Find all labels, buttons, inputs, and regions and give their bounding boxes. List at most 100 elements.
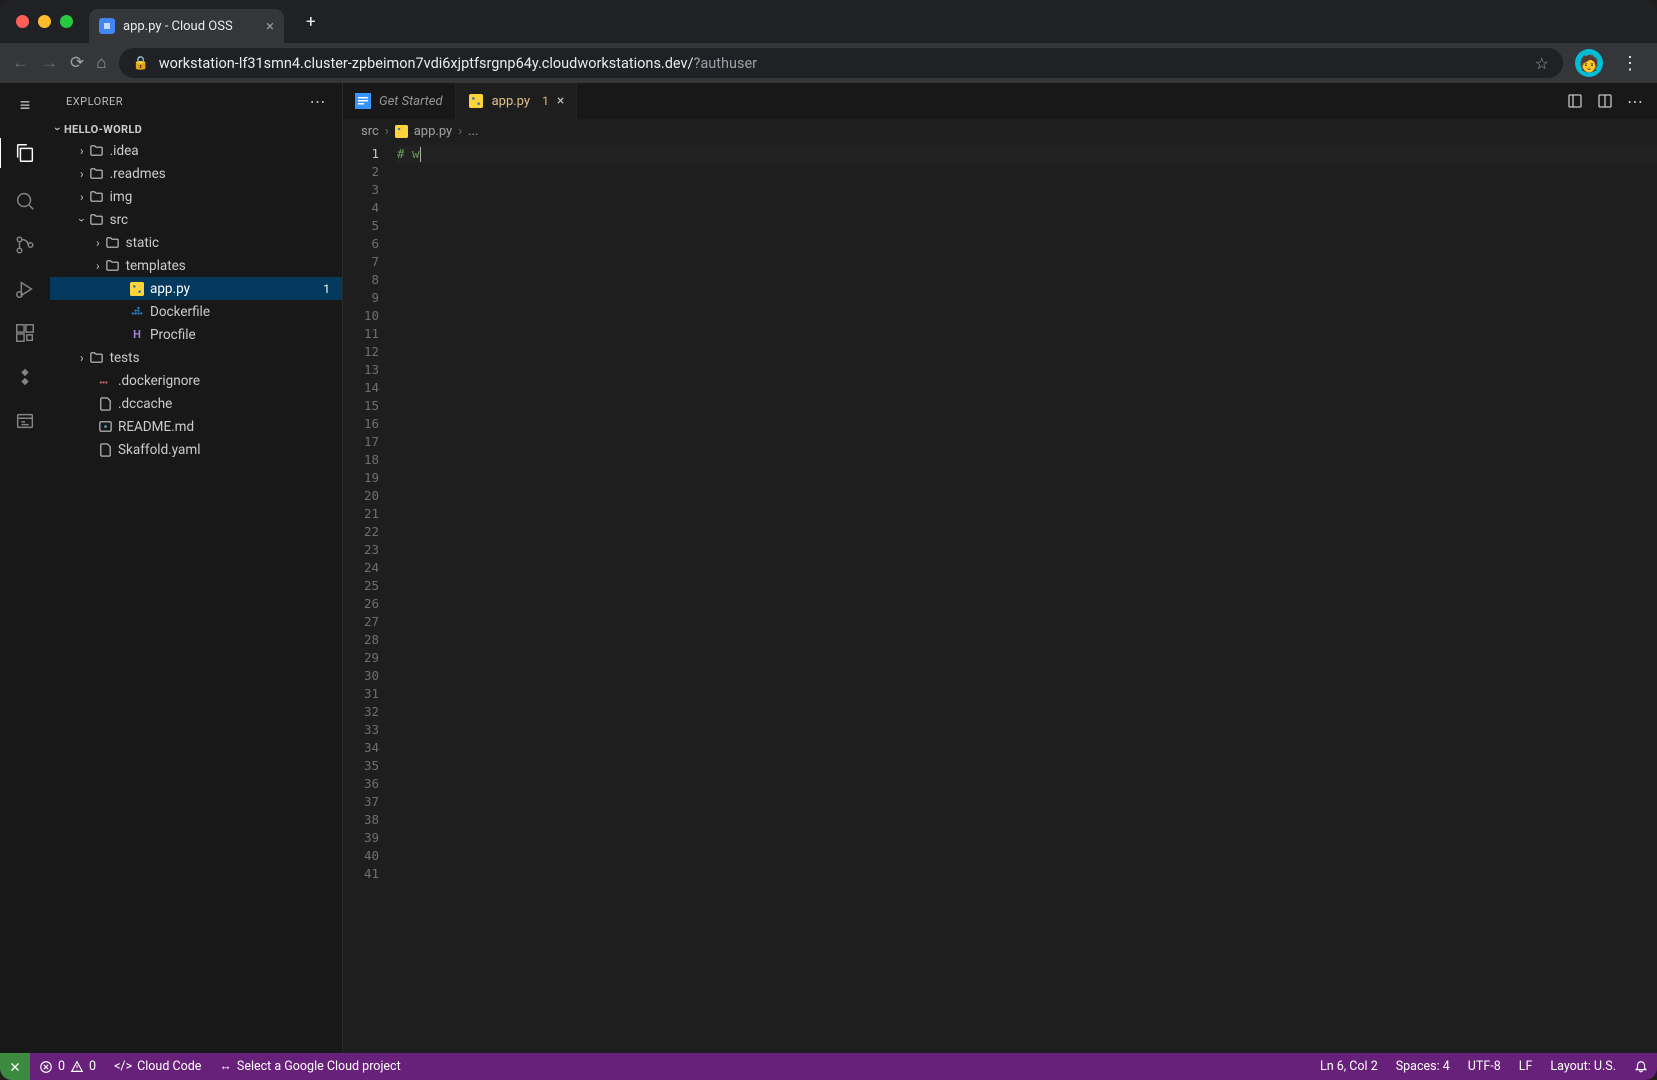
menu-hamburger-icon[interactable]: ≡ [20, 95, 31, 116]
file-icon [97, 442, 113, 458]
tree-item-label: .idea [110, 143, 139, 159]
bookmark-star-icon[interactable]: ☆ [1535, 54, 1549, 73]
activity-bar: ≡ [0, 83, 50, 1053]
get-started-icon [355, 93, 371, 109]
tree-item-label: static [126, 235, 160, 251]
editor-tab-label: Get Started [379, 94, 443, 109]
cloud-code-status[interactable]: </> Cloud Code [105, 1053, 210, 1080]
tree-item-label: Procfile [150, 327, 196, 343]
code-tag-icon: </> [114, 1059, 132, 1074]
cloud-project-selector[interactable]: ↔ Select a Google Cloud project [210, 1053, 409, 1080]
sidebar: EXPLORER ⋯ › HELLO-WORLD ›.idea›.readmes… [50, 83, 343, 1053]
profile-avatar[interactable]: 🧑 [1575, 49, 1603, 77]
workspace: ≡ EXPLORER ⋯ › HELLO-WORLD [0, 83, 1657, 1053]
cloud-code-icon[interactable] [14, 366, 36, 388]
remote-indicator[interactable] [0, 1053, 30, 1080]
tree-item-Skaffold-yaml[interactable]: Skaffold.yaml [50, 438, 342, 461]
tree-item-label: README.md [118, 419, 194, 435]
run-debug-icon[interactable] [14, 278, 36, 300]
tree-item-img[interactable]: › img [50, 185, 342, 208]
close-window-button[interactable] [16, 15, 29, 28]
source-control-icon[interactable] [14, 234, 36, 256]
tree-item-label: Dockerfile [150, 304, 210, 320]
file-icon [89, 189, 105, 205]
tree-item-Dockerfile[interactable]: Dockerfile [50, 300, 342, 323]
breadcrumb[interactable]: src › app.py › ... [343, 119, 1657, 143]
editor-zone: Get Started app.py 1 × ⋯ src › app. [343, 83, 1657, 1053]
reload-button[interactable]: ⟳ [70, 53, 84, 73]
swap-icon: ↔ [219, 1059, 232, 1074]
chevron-icon: › [80, 190, 84, 204]
tree-item--idea[interactable]: › .idea [50, 139, 342, 162]
editor-tab-label: app.py [492, 94, 530, 109]
tree-item-app-py[interactable]: app.py1 [50, 277, 342, 300]
tree-item-README-md[interactable]: README.md [50, 415, 342, 438]
keyboard-layout-status[interactable]: Layout: U.S. [1541, 1053, 1625, 1080]
tree-item-label: src [110, 212, 128, 228]
folder-section-label: HELLO-WORLD [64, 123, 142, 136]
open-changes-icon[interactable] [1567, 93, 1583, 109]
encoding-status[interactable]: UTF-8 [1459, 1053, 1510, 1080]
tree-item-label: tests [110, 350, 140, 366]
eol-status[interactable]: LF [1510, 1053, 1542, 1080]
maximize-window-button[interactable] [60, 15, 73, 28]
tab-close-icon[interactable]: × [557, 93, 564, 109]
address-bar[interactable]: 🔒 workstation-lf31smn4.cluster-zpbeimon7… [119, 48, 1563, 78]
output-icon[interactable] [14, 410, 36, 432]
tree-item-templates[interactable]: ›templates [50, 254, 342, 277]
code-area[interactable]: # w [397, 143, 1657, 1053]
python-file-icon [468, 93, 484, 109]
tree-item-src[interactable]: ›src [50, 208, 342, 231]
folder-section-header[interactable]: › HELLO-WORLD [50, 119, 342, 139]
sidebar-more-icon[interactable]: ⋯ [310, 92, 327, 111]
tab-close-icon[interactable]: × [266, 17, 274, 35]
indentation-status[interactable]: Spaces: 4 [1387, 1053, 1459, 1080]
tree-item-label: img [110, 189, 133, 205]
file-icon: H [129, 327, 145, 343]
breadcrumb-item[interactable]: app.py [414, 124, 452, 139]
modified-indicator: 1 [542, 94, 549, 108]
browser-tab-active[interactable]: app.py - Cloud OSS × [89, 9, 284, 43]
tree-item-label: .dccache [118, 396, 172, 412]
editor-body[interactable]: 1234567891011121314151617181920212223242… [343, 143, 1657, 1053]
browser-tab-title: app.py - Cloud OSS [123, 19, 233, 34]
extensions-icon[interactable] [14, 322, 36, 344]
problems-indicator[interactable]: 0 0 [30, 1053, 105, 1080]
file-icon [129, 281, 145, 297]
tree-item-label: .readmes [110, 166, 166, 182]
home-button[interactable]: ⌂ [96, 53, 106, 73]
browser-titlebar: app.py - Cloud OSS × + [0, 0, 1657, 43]
forward-button[interactable]: → [41, 53, 58, 73]
file-icon [129, 304, 145, 320]
editor-tab-app-py[interactable]: app.py 1 × [456, 83, 578, 119]
file-icon [89, 166, 105, 182]
split-editor-icon[interactable] [1597, 93, 1613, 109]
cloud-code-label: Cloud Code [137, 1059, 201, 1074]
cloud-project-label: Select a Google Cloud project [237, 1059, 401, 1074]
back-button[interactable]: ← [12, 53, 29, 73]
cursor-position[interactable]: Ln 6, Col 2 [1311, 1053, 1387, 1080]
browser-menu-button[interactable]: ⋮ [1615, 53, 1645, 74]
tree-item--dccache[interactable]: .dccache [50, 392, 342, 415]
chevron-icon: › [96, 259, 100, 273]
chevron-icon: › [80, 144, 84, 158]
tree-item-static[interactable]: ›static [50, 231, 342, 254]
tree-item--dockerignore[interactable]: .dockerignore [50, 369, 342, 392]
notifications-icon[interactable] [1625, 1053, 1657, 1080]
tree-item-tests[interactable]: ›tests [50, 346, 342, 369]
tree-item--readmes[interactable]: ›.readmes [50, 162, 342, 185]
editor-tab-get-started[interactable]: Get Started [343, 83, 456, 119]
breadcrumb-item[interactable]: src [361, 124, 379, 139]
file-icon [89, 212, 105, 228]
search-icon[interactable] [14, 190, 36, 212]
new-tab-button[interactable]: + [306, 12, 316, 32]
file-tree: ›.idea›.readmes›img›src›static›templates… [50, 139, 342, 461]
tree-item-label: .dockerignore [118, 373, 200, 389]
explorer-icon[interactable] [0, 138, 49, 168]
tree-item-Procfile[interactable]: H Procfile [50, 323, 342, 346]
more-actions-icon[interactable]: ⋯ [1627, 92, 1643, 111]
line-number-gutter: 1234567891011121314151617181920212223242… [343, 143, 397, 1053]
minimize-window-button[interactable] [38, 15, 51, 28]
browser-toolbar: ← → ⟳ ⌂ 🔒 workstation-lf31smn4.cluster-z… [0, 43, 1657, 83]
breadcrumb-item[interactable]: ... [468, 124, 478, 139]
